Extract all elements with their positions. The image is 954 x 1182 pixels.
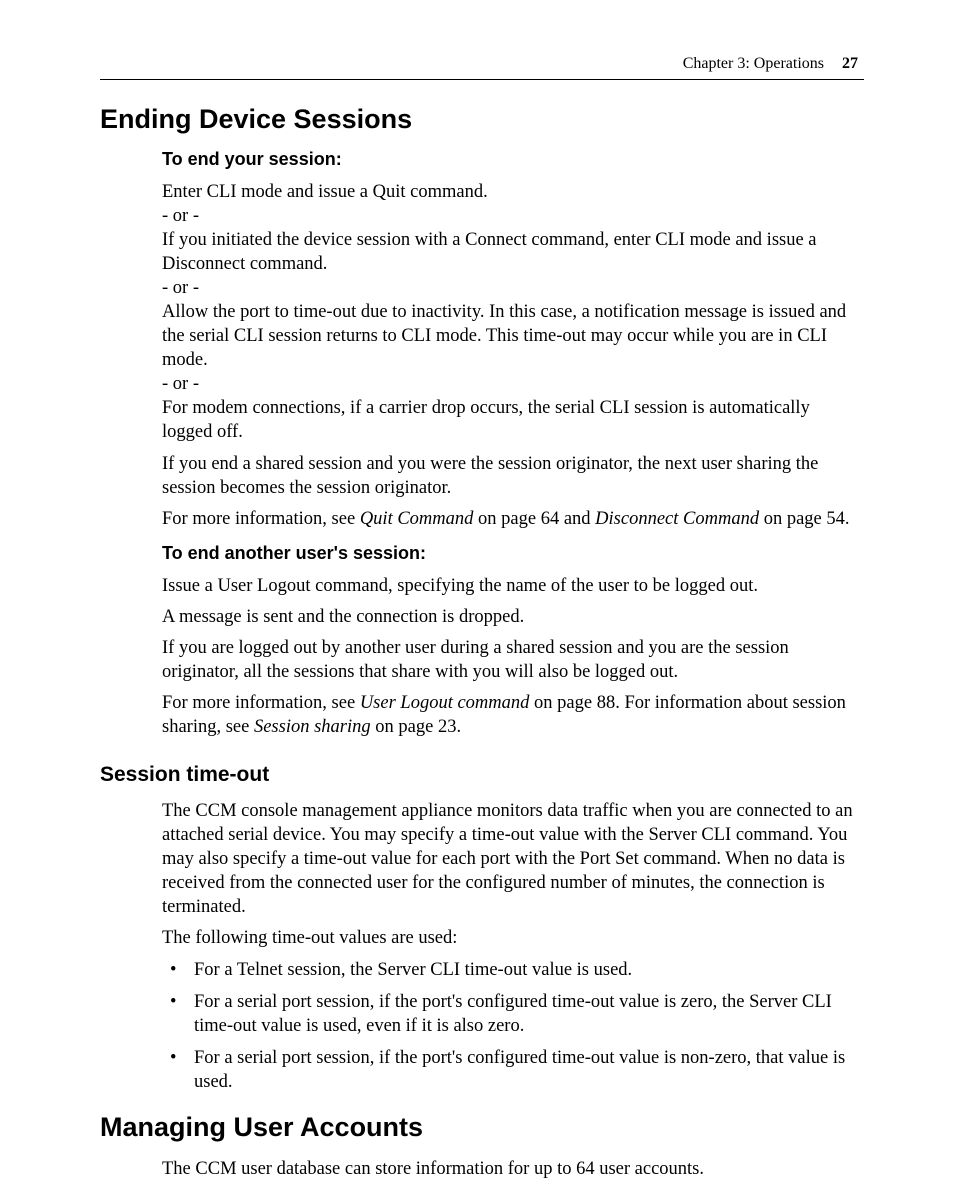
text: For a serial port session, if the port's… [194, 992, 832, 1036]
xref-disconnect-command: Disconnect Command [595, 509, 759, 529]
text-or: - or - [162, 278, 199, 298]
para: Enter CLI mode and issue a Quit command.… [162, 180, 864, 445]
body-end-another-session: Issue a User Logout command, specifying … [162, 574, 864, 739]
para: For more information, see Quit Command o… [162, 507, 864, 531]
body-session-timeout: The CCM console management appliance mon… [162, 799, 864, 1095]
text: For modem connections, if a carrier drop… [162, 398, 810, 442]
text-or: - or - [162, 206, 199, 226]
text: on page 64 and [473, 509, 595, 529]
xref-user-logout: User Logout command [360, 693, 530, 713]
heading-managing-user-accounts: Managing User Accounts [100, 1112, 864, 1143]
para: If you are logged out by another user du… [162, 636, 864, 684]
para: Issue a User Logout command, specifying … [162, 574, 864, 598]
text-or: - or - [162, 374, 199, 394]
text: For more information, see [162, 693, 360, 713]
chapter-label: Chapter 3: Operations [683, 55, 824, 72]
list-item: For a serial port session, if the port's… [162, 1046, 864, 1094]
para: If you end a shared session and you were… [162, 452, 864, 500]
text: For a serial port session, if the port's… [194, 1048, 845, 1092]
page: Chapter 3: Operations 27 Ending Device Se… [0, 0, 954, 1145]
text: on page 54. [759, 509, 849, 529]
running-header: Chapter 3: Operations 27 [100, 55, 864, 73]
text: on page 23. [371, 717, 461, 737]
page-number: 27 [842, 55, 858, 72]
timeout-bullet-list: For a Telnet session, the Server CLI tim… [162, 958, 864, 1094]
para: A message is sent and the connection is … [162, 605, 864, 629]
heading-ending-device-sessions: Ending Device Sessions [100, 104, 864, 135]
text: Enter CLI mode and issue a Quit command. [162, 182, 488, 202]
para: For more information, see User Logout co… [162, 691, 864, 739]
header-rule [100, 79, 864, 80]
text: If you initiated the device session with… [162, 230, 817, 274]
body-managing-user-accounts: The CCM user database can store informat… [162, 1157, 864, 1181]
xref-quit-command: Quit Command [360, 509, 474, 529]
subhead-end-another-session: To end another user's session: [162, 543, 864, 564]
list-item: For a Telnet session, the Server CLI tim… [162, 958, 864, 982]
subhead-end-your-session: To end your session: [162, 149, 864, 170]
body-end-your-session: Enter CLI mode and issue a Quit command.… [162, 180, 864, 531]
para: The CCM console management appliance mon… [162, 799, 864, 919]
text: For more information, see [162, 509, 360, 529]
text: Allow the port to time-out due to inacti… [162, 302, 846, 370]
para: The following time-out values are used: [162, 926, 864, 950]
heading-session-timeout: Session time-out [100, 763, 864, 787]
list-item: For a serial port session, if the port's… [162, 990, 864, 1038]
para: The CCM user database can store informat… [162, 1157, 864, 1181]
text: For a Telnet session, the Server CLI tim… [194, 960, 632, 980]
xref-session-sharing: Session sharing [254, 717, 371, 737]
